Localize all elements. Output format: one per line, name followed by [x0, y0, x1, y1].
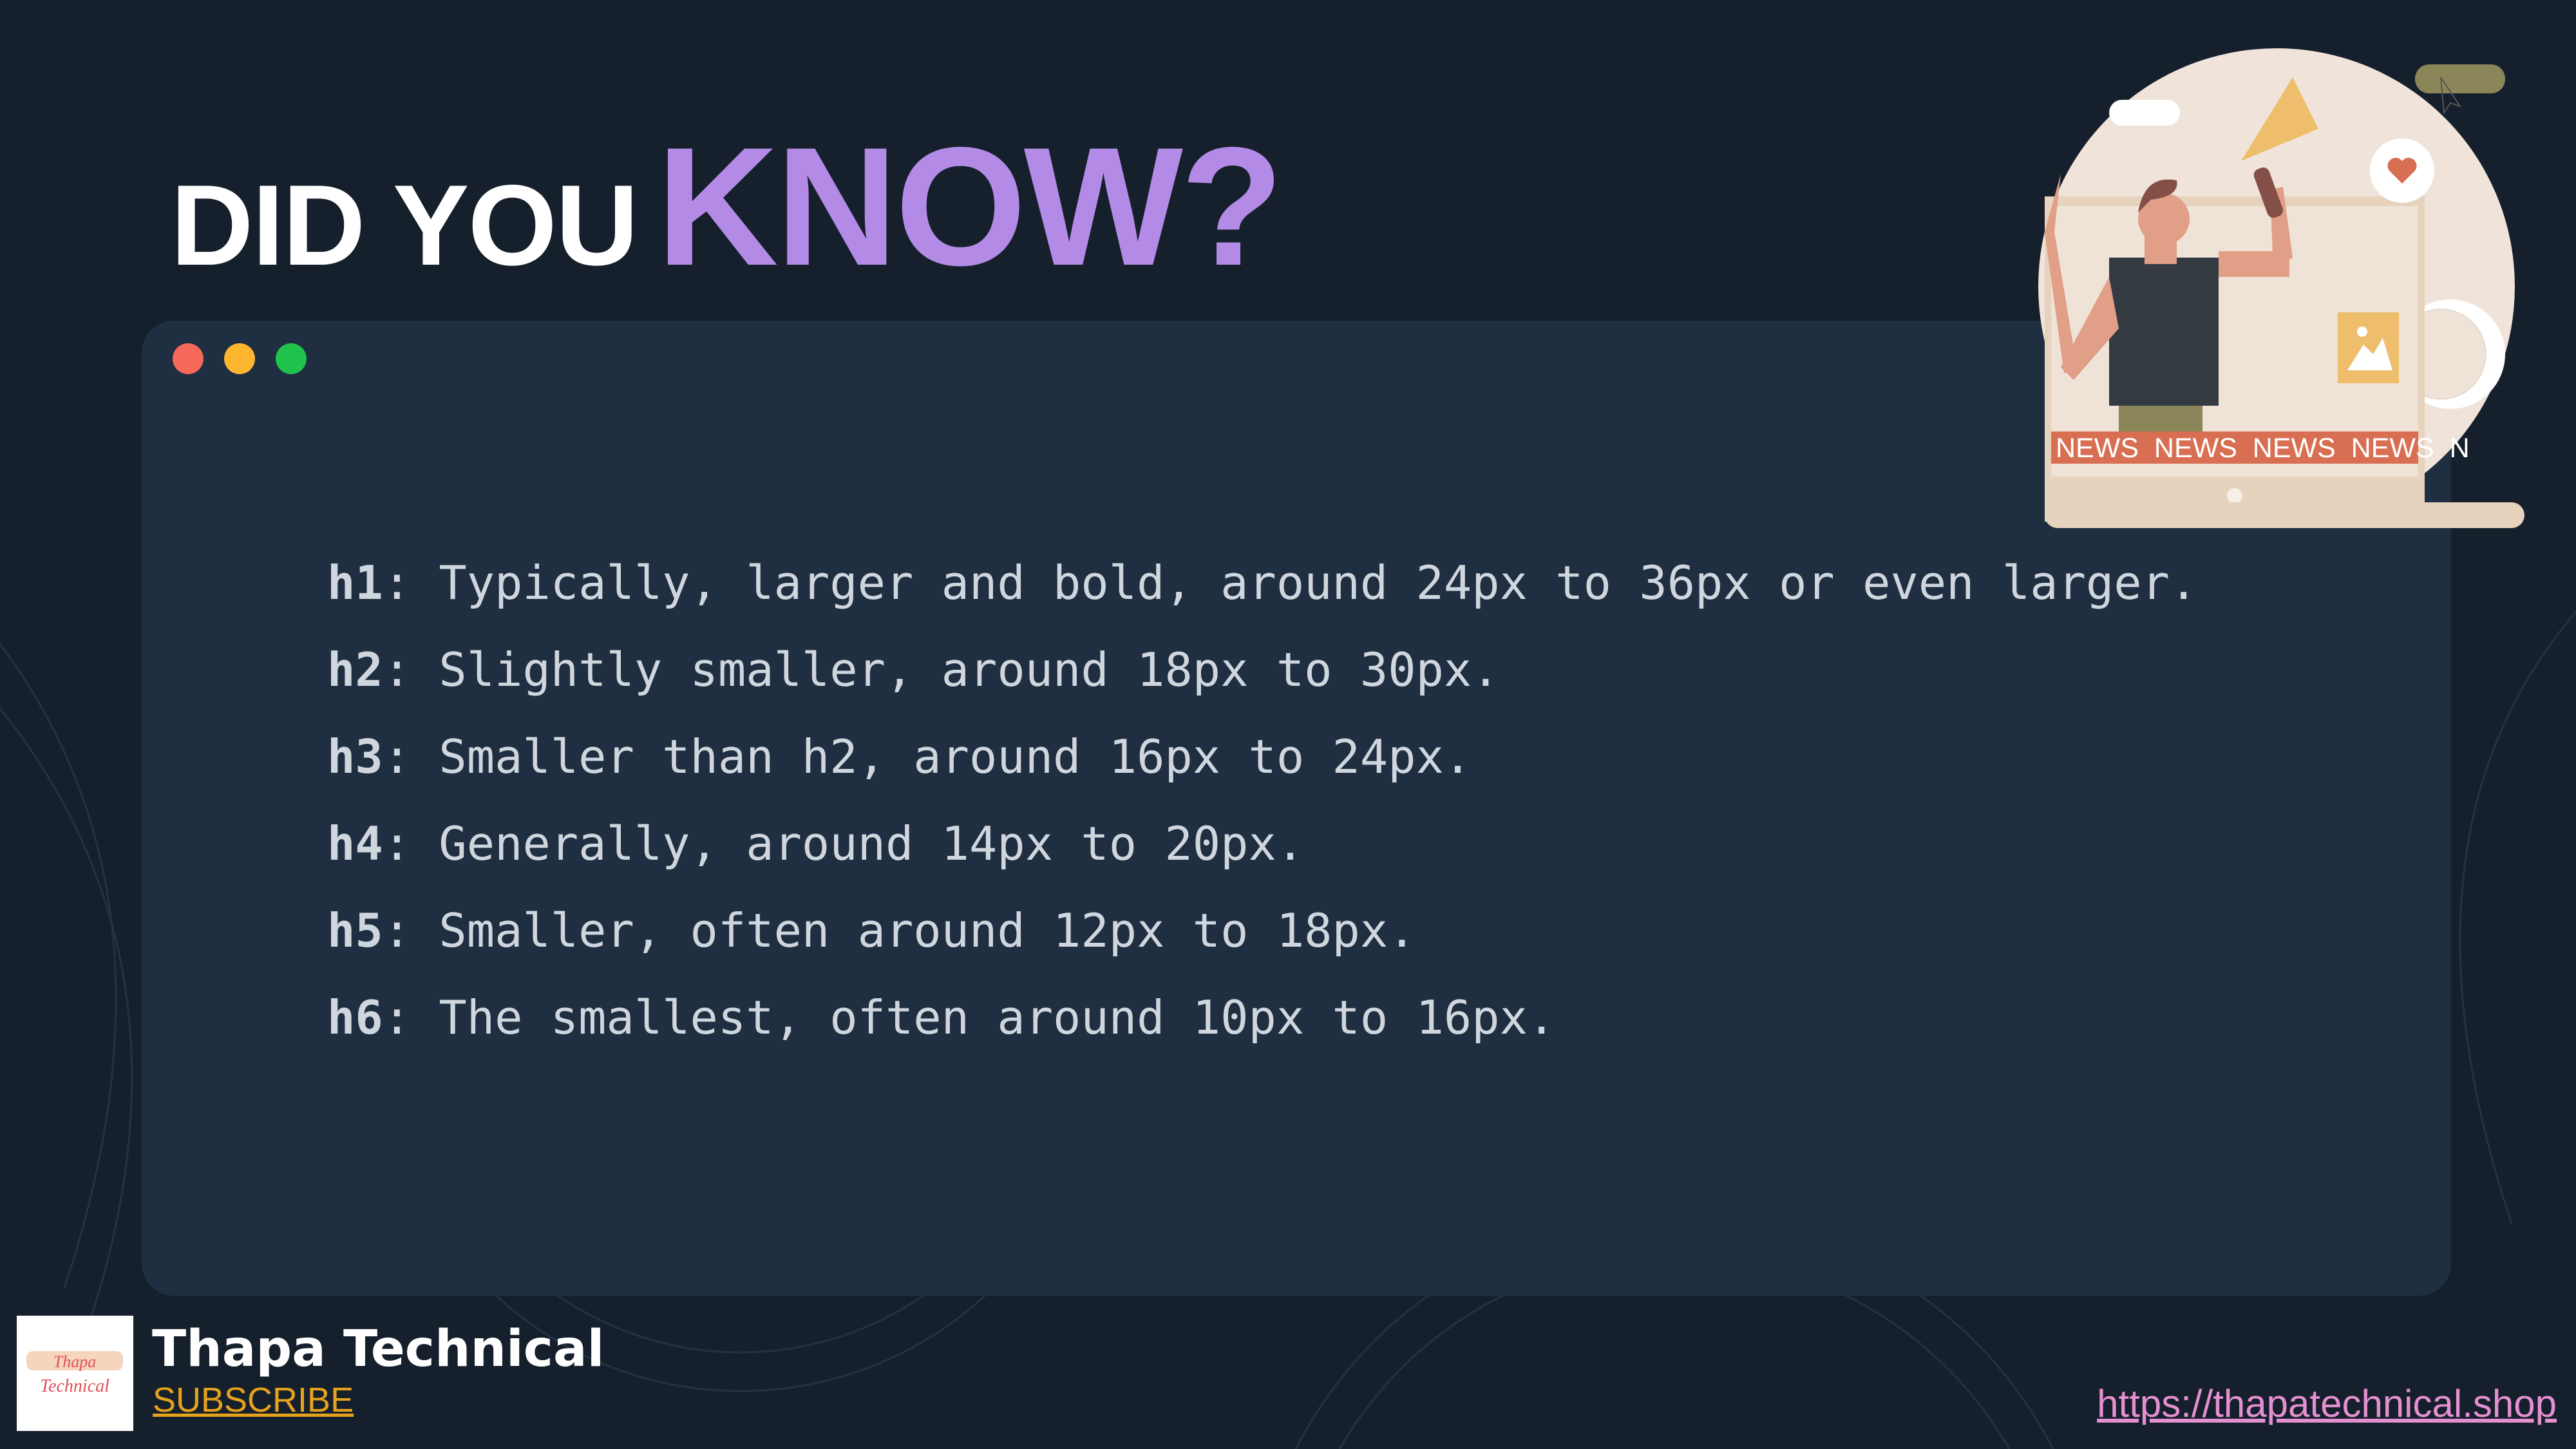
heading-size-list: h1: Typically, larger and bold, around 2… [327, 551, 2197, 1072]
list-item: h1: Typically, larger and bold, around 2… [327, 551, 2197, 638]
line-key: h6 [327, 990, 383, 1045]
channel-name: Thapa Technical [152, 1320, 605, 1378]
line-key: h4 [327, 817, 383, 871]
svg-text:Technical: Technical [40, 1376, 109, 1396]
window-minimize-dot [224, 343, 255, 374]
line-text: : Typically, larger and bold, around 24p… [383, 556, 2198, 610]
title-know: KNOW? [656, 112, 1284, 301]
list-item: h5: Smaller, often around 12px to 18px. [327, 898, 2197, 985]
website-link[interactable]: https://thapatechnical.shop [2097, 1381, 2557, 1426]
list-item: h4: Generally, around 14px to 20px. [327, 811, 2197, 898]
list-item: h3: Smaller than h2, around 16px to 24px… [327, 724, 2197, 811]
line-key: h2 [327, 643, 383, 697]
list-item: h2: Slightly smaller, around 18px to 30p… [327, 638, 2197, 724]
line-text: : Smaller, often around 12px to 18px. [383, 904, 1416, 958]
line-key: h1 [327, 556, 383, 610]
pill-shape [2415, 64, 2505, 93]
page-title: DID YOU KNOW? [171, 109, 1284, 304]
line-text: : Slightly smaller, around 18px to 30px. [383, 643, 1500, 697]
speech-bubble-icon [2109, 100, 2180, 126]
channel-logo[interactable]: Thapa Technical [17, 1316, 133, 1431]
line-text: : Generally, around 14px to 20px. [383, 817, 1305, 871]
title-did-you: DID YOU [171, 161, 639, 289]
line-text: : The smallest, often around 10px to 16p… [383, 990, 1556, 1045]
subscribe-link[interactable]: SUBSCRIBE [153, 1380, 354, 1420]
svg-text:Thapa: Thapa [53, 1352, 96, 1371]
window-maximize-dot [276, 343, 307, 374]
line-key: h5 [327, 904, 383, 958]
image-icon [2338, 312, 2399, 383]
line-key: h3 [327, 730, 383, 784]
news-ticker: NEWS NEWS NEWS NEWS N [2056, 433, 2470, 464]
news-illustration: NEWS NEWS NEWS NEWS N [2038, 48, 2524, 528]
line-text: : Smaller than h2, around 16px to 24px. [383, 730, 1472, 784]
window-close-dot [173, 343, 204, 374]
list-item: h6: The smallest, often around 10px to 1… [327, 985, 2197, 1072]
